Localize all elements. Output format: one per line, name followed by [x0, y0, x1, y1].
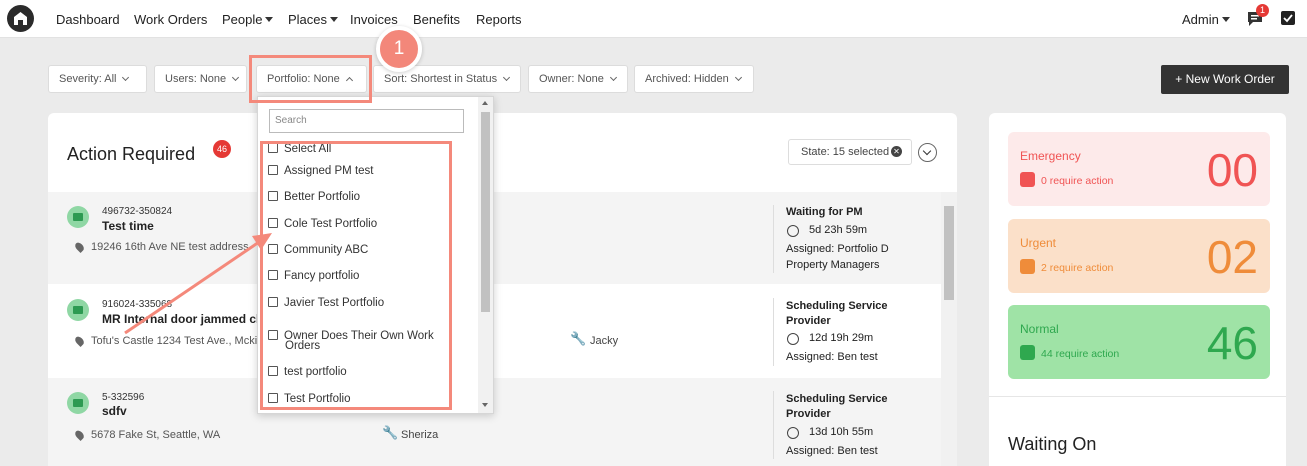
waiting-on-title: Waiting On	[1008, 434, 1097, 454]
severity-label: Urgent	[1020, 236, 1057, 250]
severity-sub: 2 require action	[1020, 259, 1113, 274]
severity-sub-text: 2 require action	[1041, 262, 1114, 274]
emergency-icon	[1020, 172, 1035, 187]
triangle-icon	[1020, 345, 1035, 360]
severity-sub: 44 require action	[1020, 345, 1119, 360]
severity-sub: 0 require action	[1020, 172, 1113, 187]
divider	[989, 396, 1286, 397]
urgent-card[interactable]: Urgent 2 require action 02	[1008, 219, 1270, 293]
normal-card[interactable]: Normal 44 require action 46	[1008, 305, 1270, 379]
emergency-card[interactable]: Emergency 0 require action 00	[1008, 132, 1270, 206]
severity-sub-text: 0 require action	[1041, 175, 1114, 187]
warning-icon	[1020, 259, 1035, 274]
severity-count: 46	[1206, 317, 1258, 369]
severity-sub-text: 44 require action	[1041, 348, 1120, 360]
severity-label: Normal	[1020, 322, 1059, 336]
severity-count: 02	[1206, 231, 1258, 283]
severity-label: Emergency	[1020, 149, 1081, 163]
severity-count: 00	[1206, 144, 1258, 196]
